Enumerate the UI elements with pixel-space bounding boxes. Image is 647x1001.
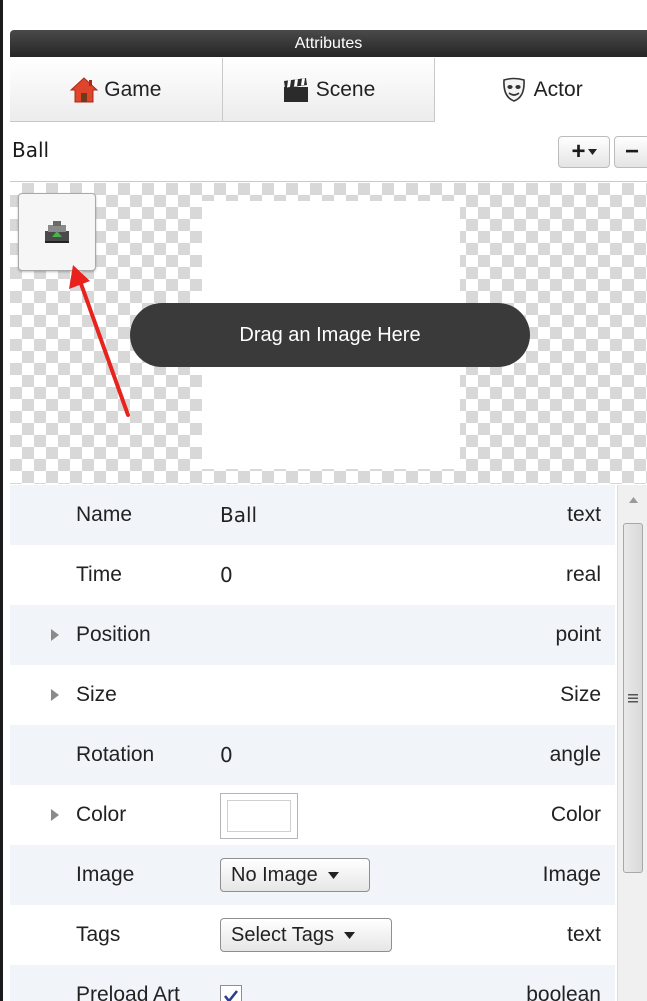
actor-header: Ball + − (10, 122, 647, 182)
property-value[interactable]: 0 (220, 743, 233, 767)
property-row-preload-art[interactable]: Preload Art boolean (10, 965, 615, 1001)
property-row-position[interactable]: Position point (10, 605, 615, 665)
checkmark-icon (223, 990, 239, 1001)
property-type: text (567, 503, 601, 526)
tags-select[interactable]: Select Tags (220, 918, 392, 952)
dropdown-arrow-icon (344, 931, 356, 939)
property-type: Color (550, 803, 601, 826)
mask-icon (500, 76, 528, 104)
image-select-value: No Image (231, 863, 318, 886)
property-label: Image (76, 863, 135, 886)
property-value[interactable]: 0 (220, 563, 233, 587)
preload-art-checkbox[interactable] (220, 985, 242, 1001)
tab-actor-label: Actor (533, 78, 583, 101)
property-row-color[interactable]: Color Color (10, 785, 615, 845)
property-type: Size (560, 683, 601, 706)
property-label: Time (76, 563, 122, 586)
property-type: point (555, 623, 601, 646)
property-value[interactable]: Ball (220, 503, 257, 527)
panel-title: Attributes (10, 30, 647, 57)
scroll-up-arrow-icon[interactable] (618, 485, 647, 515)
expand-triangle-icon[interactable] (50, 809, 60, 821)
property-row-image[interactable]: Image No Image Image (10, 845, 615, 905)
scrollbar-thumb[interactable] (623, 523, 643, 873)
tags-select-value: Select Tags (231, 923, 335, 946)
property-type: Image (542, 863, 601, 886)
property-row-time[interactable]: Time 0 real (10, 545, 615, 605)
property-label: Name (76, 503, 133, 526)
chevron-down-icon (587, 149, 597, 155)
grip-lines-icon (628, 693, 638, 702)
property-label: Preload Art (76, 983, 180, 1001)
plus-icon: + (571, 138, 586, 165)
minus-icon: − (624, 138, 639, 165)
property-label: Color (76, 803, 127, 826)
window-edge (0, 0, 3, 1001)
expand-triangle-icon[interactable] (50, 629, 60, 641)
attribute-list-scrollbar[interactable] (617, 485, 647, 1001)
attribute-list: Name Ball text Time 0 real Position poin… (10, 485, 615, 1001)
remove-behavior-button[interactable]: − (614, 136, 647, 168)
color-swatch[interactable] (220, 793, 298, 839)
tab-game-label: Game (104, 77, 162, 101)
tab-scene[interactable]: Scene (222, 58, 436, 122)
property-row-rotation[interactable]: Rotation 0 angle (10, 725, 615, 785)
property-label: Rotation (76, 743, 155, 766)
annotation-arrow (69, 265, 130, 417)
clapperboard-icon (282, 76, 310, 104)
property-row-size[interactable]: Size Size (10, 665, 615, 725)
add-behavior-button[interactable]: + (558, 136, 610, 168)
property-label: Tags (76, 923, 121, 946)
house-icon (70, 76, 99, 104)
tab-bar: Game Scene Actor (10, 58, 647, 122)
property-type: boolean (526, 983, 601, 1001)
property-label: Size (76, 683, 117, 706)
property-type: real (565, 563, 601, 586)
tab-game[interactable]: Game (10, 58, 223, 122)
actor-name: Ball (12, 138, 50, 162)
tab-scene-label: Scene (315, 77, 376, 101)
tab-actor[interactable]: Actor (435, 58, 647, 122)
property-row-name[interactable]: Name Ball text (10, 485, 615, 545)
expand-triangle-icon[interactable] (50, 689, 60, 701)
property-label: Position (76, 623, 151, 646)
property-type: text (567, 923, 601, 946)
image-select[interactable]: No Image (220, 858, 370, 892)
property-row-tags[interactable]: Select Tags Tags text (10, 905, 615, 965)
dropdown-arrow-icon (327, 871, 339, 879)
property-type: angle (549, 743, 601, 766)
image-drop-area[interactable]: Drag an Image Here (10, 183, 647, 484)
